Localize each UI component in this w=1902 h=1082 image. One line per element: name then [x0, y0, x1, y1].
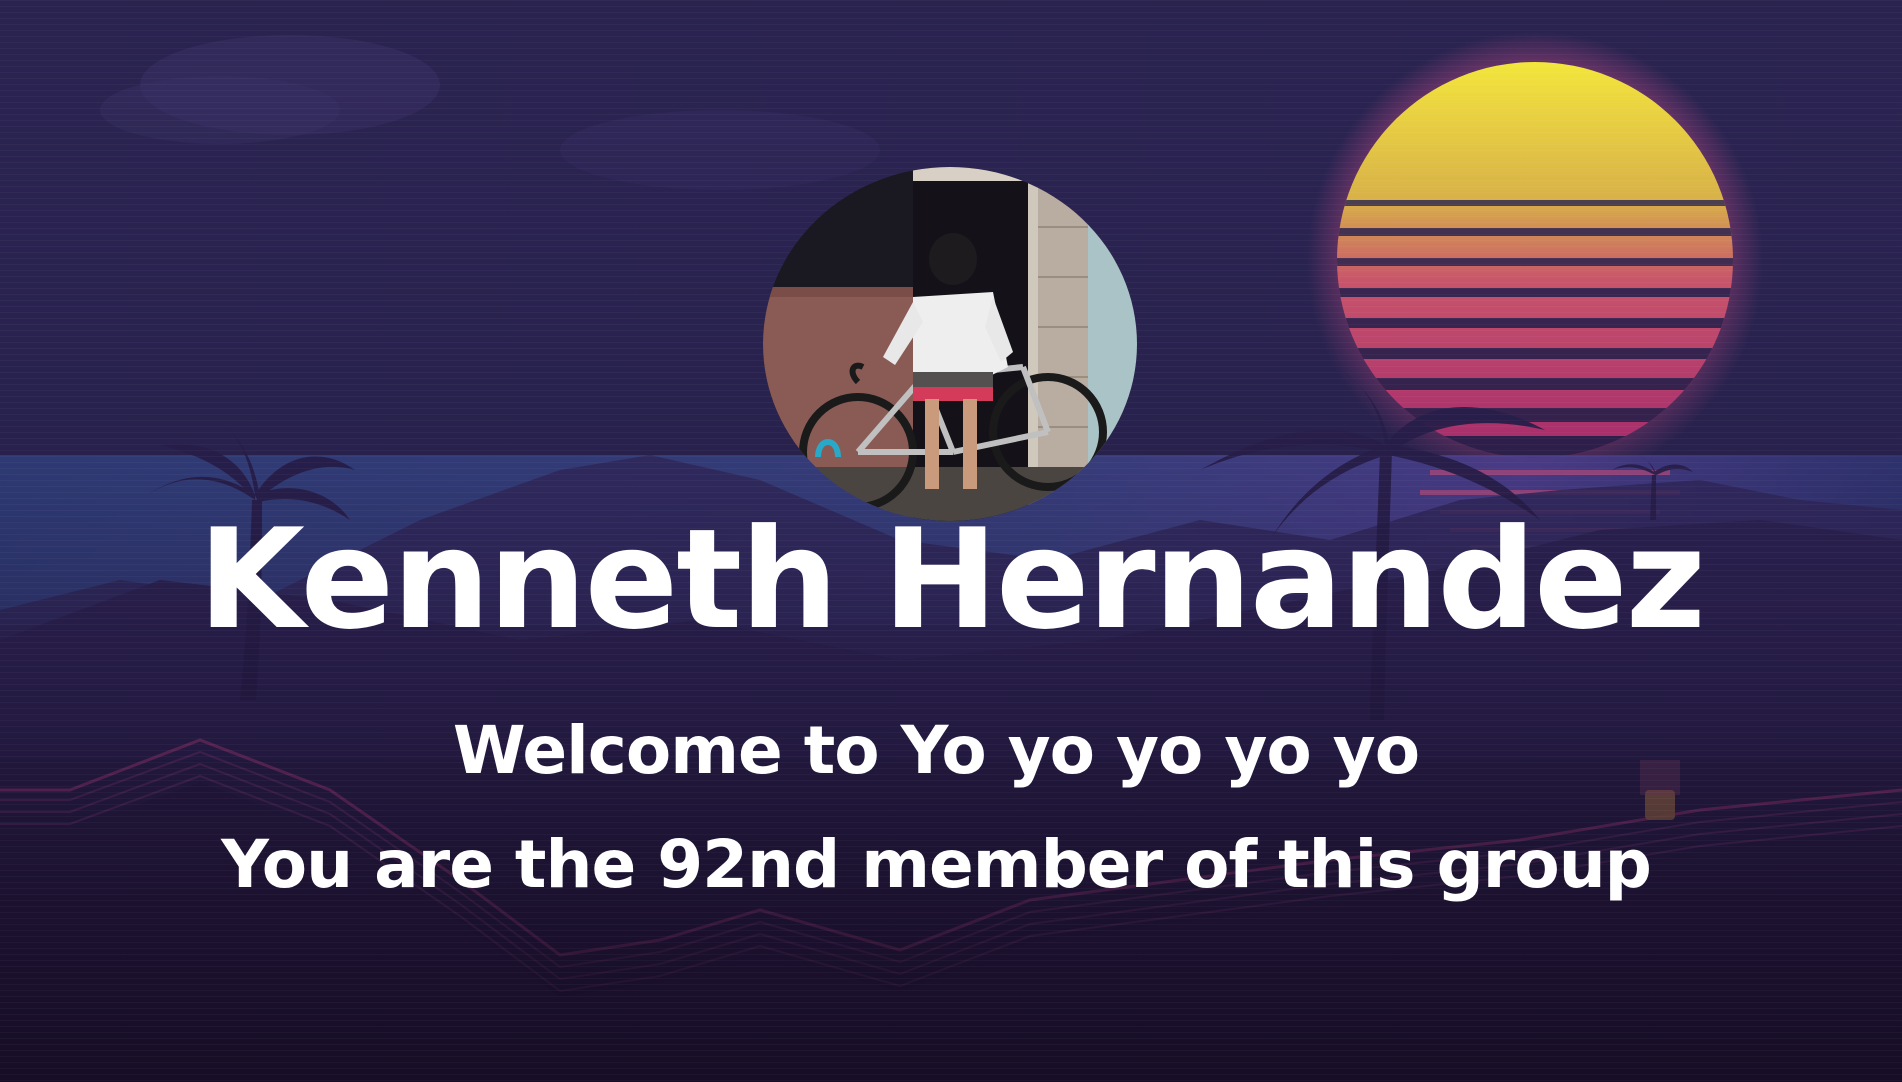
profile-photo-icon — [763, 167, 1137, 521]
member-count-message: You are the 92nd member of this group — [221, 826, 1652, 903]
welcome-message: Welcome to Yo yo yo yo yo — [452, 712, 1420, 789]
welcome-card: Kenneth Hernandez Welcome to Yo yo yo yo… — [0, 0, 1902, 1082]
member-name: Kenneth Hernandez — [198, 499, 1706, 660]
avatar — [763, 167, 1137, 521]
